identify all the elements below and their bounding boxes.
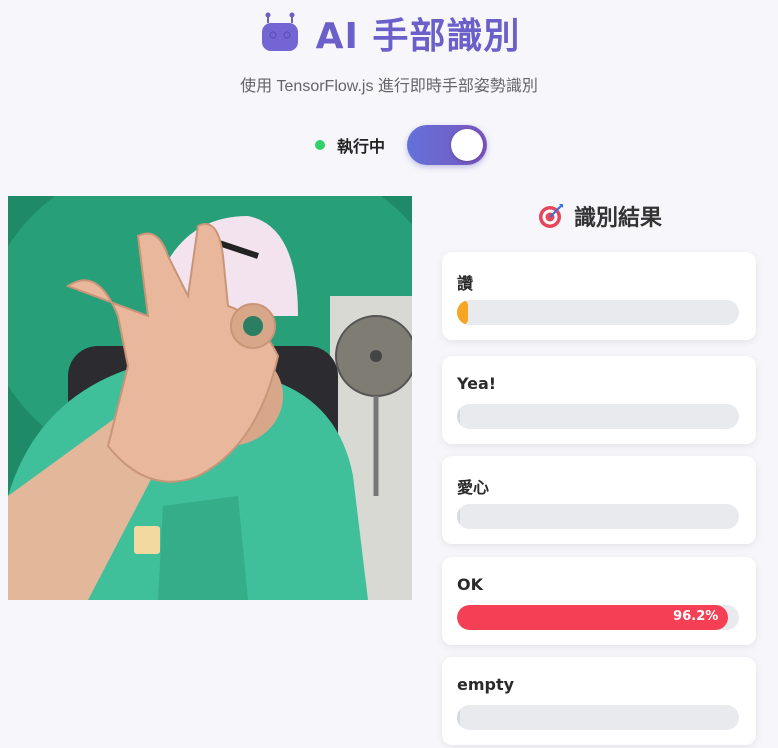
robot-icon bbox=[261, 12, 298, 51]
header: AI 手部識別 bbox=[0, 8, 778, 58]
result-card-like: 讚 bbox=[442, 252, 756, 340]
result-progress-fill bbox=[457, 705, 460, 730]
result-label: 愛心 bbox=[457, 478, 490, 497]
results-header: 識別結果 bbox=[430, 198, 770, 234]
run-toggle[interactable] bbox=[407, 125, 487, 165]
result-progress-track bbox=[457, 504, 739, 529]
result-progress-fill bbox=[457, 404, 460, 429]
result-progress-fill: 96.2% bbox=[457, 605, 729, 630]
result-label: 讚 bbox=[457, 274, 474, 293]
camera-frame-image bbox=[8, 196, 412, 600]
app-page: AI 手部識別 使用 TensorFlow.js 進行即時手部姿勢識別 執行中 bbox=[0, 0, 778, 748]
results-title: 識別結果 bbox=[573, 206, 662, 231]
result-label: empty bbox=[457, 675, 515, 694]
result-label: OK bbox=[457, 575, 483, 594]
camera-feed bbox=[8, 196, 412, 600]
status-row: 執行中 bbox=[0, 124, 778, 166]
status-dot-icon bbox=[314, 140, 325, 150]
result-card-ok: OK 96.2% bbox=[442, 557, 756, 645]
status-label: 執行中 bbox=[336, 137, 385, 156]
result-progress-fill bbox=[457, 504, 460, 529]
target-icon bbox=[538, 204, 563, 228]
result-progress-fill bbox=[457, 300, 469, 325]
result-label: Yea! bbox=[457, 374, 497, 393]
toggle-knob[interactable] bbox=[451, 129, 483, 161]
page-title: AI 手部識別 bbox=[315, 16, 521, 57]
result-progress-track: 96.2% bbox=[457, 605, 739, 630]
result-progress-track bbox=[457, 300, 739, 325]
result-card-empty: empty bbox=[442, 657, 756, 745]
result-progress-track bbox=[457, 404, 739, 429]
result-card-yea: Yea! bbox=[442, 356, 756, 444]
page-subtitle: 使用 TensorFlow.js 進行即時手部姿勢識別 bbox=[240, 78, 538, 95]
result-card-heart: 愛心 bbox=[442, 456, 756, 544]
result-progress-track bbox=[457, 705, 739, 730]
result-percent: 96.2% bbox=[673, 609, 719, 624]
